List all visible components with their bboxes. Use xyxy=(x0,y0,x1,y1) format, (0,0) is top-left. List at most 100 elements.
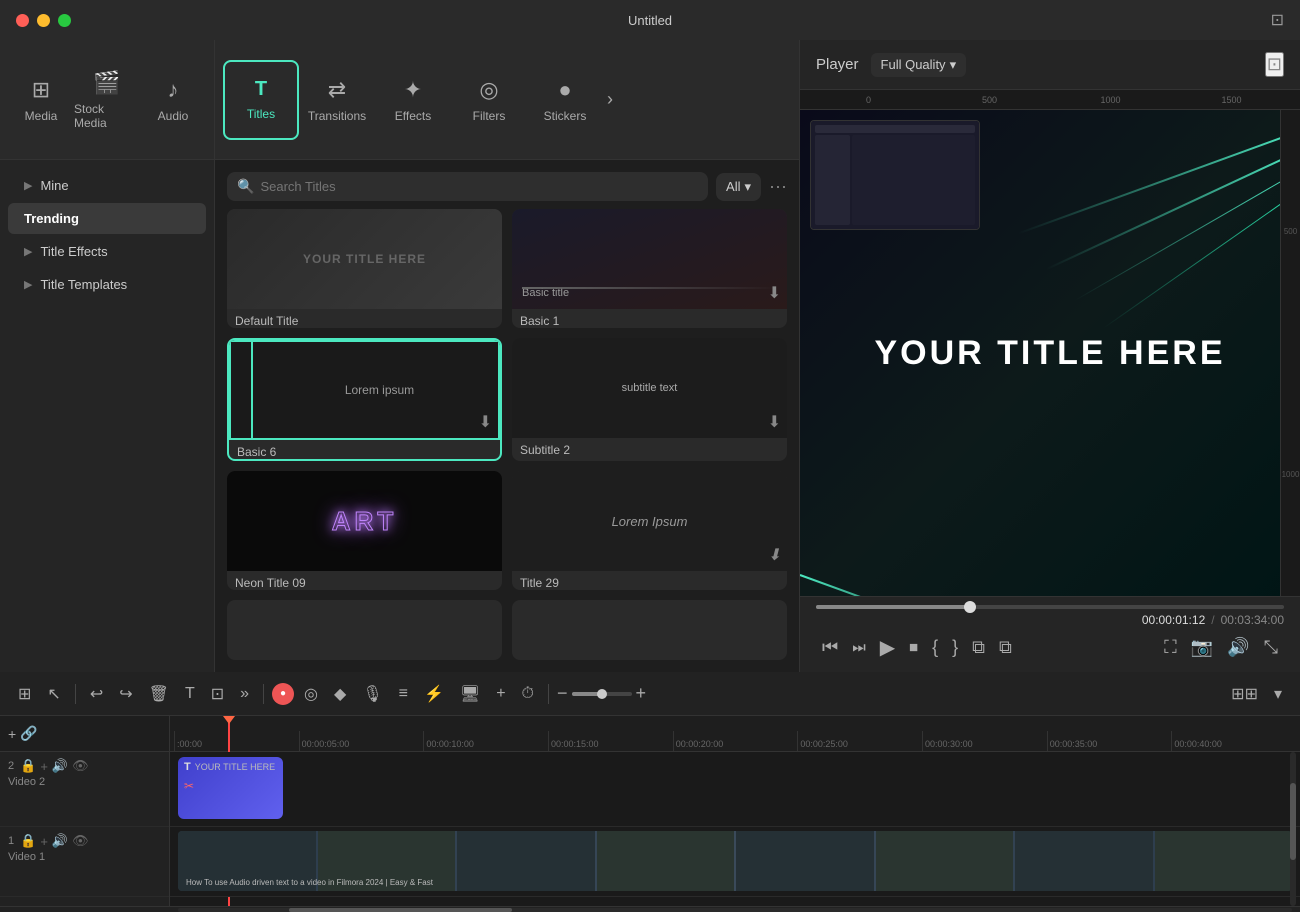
title-card-default[interactable]: YOUR TITLE HERE Default Title xyxy=(227,209,502,328)
toolbar-item-stickers[interactable]: ● Stickers xyxy=(527,60,603,140)
close-button[interactable] xyxy=(16,14,29,27)
toolbar-item-media[interactable]: ⊞ Media xyxy=(8,60,74,140)
download-icon-basic6: ⬇ xyxy=(479,412,492,432)
step-back-button[interactable]: ⏭ xyxy=(846,635,872,660)
mini-sidebar xyxy=(815,135,975,225)
title-card-basic6[interactable]: Lorem ipsum ⬇ Basic 6 xyxy=(227,338,502,461)
mark-out-button[interactable]: } xyxy=(946,633,964,662)
tl-forward-button[interactable]: » xyxy=(234,681,255,707)
tl-delete-button[interactable]: 🗑 xyxy=(143,680,175,708)
zoom-dot xyxy=(597,689,607,699)
play-button[interactable]: ▶ xyxy=(874,631,901,664)
sidebar-item-title-effects[interactable]: ▶ Title Effects xyxy=(8,236,206,267)
toolbar-item-titles[interactable]: T Titles xyxy=(223,60,299,140)
main-content: ⊞ Media 🎬 Stock Media ♪ Audio ▶ Mine Tre… xyxy=(0,40,1300,672)
tl-text-button[interactable]: T xyxy=(179,681,201,707)
tl-scrollbar[interactable] xyxy=(1290,752,1296,906)
mini-main xyxy=(852,135,975,225)
track-controls-video1: 1 🔒 + 🔊 👁 xyxy=(8,833,161,849)
tl-list-button[interactable]: ≡ xyxy=(393,681,414,707)
title-thumb-basic1: Basic title ⬇ xyxy=(512,209,787,309)
tl-right-buttons: ⊞⊞ ▾ xyxy=(1225,680,1288,708)
track-add-button-2[interactable]: + xyxy=(40,759,48,774)
title-card-neon09[interactable]: ART Neon Title 09 xyxy=(227,471,502,590)
toolbar-more-arrow[interactable]: › xyxy=(603,89,617,110)
tl-mask-button[interactable]: ◆ xyxy=(328,680,352,708)
title-card-basic1[interactable]: Basic title ⬇ Basic 1 xyxy=(512,209,787,328)
tl-ruler-marks: :00:00 00:00:05:00 00:00:10:00 00:00:15:… xyxy=(170,716,1300,751)
clip-menu2-button[interactable]: ⧉ xyxy=(993,633,1018,662)
search-input[interactable] xyxy=(260,179,698,194)
zoom-slider[interactable] xyxy=(572,692,632,696)
tl-mark-5: 00:00:05:00 xyxy=(299,731,424,751)
quality-select[interactable]: Full Quality ▾ xyxy=(871,53,967,77)
track-lock-button-2[interactable]: 🔒 xyxy=(20,758,36,774)
fullscreen-button[interactable]: ⛶ xyxy=(1158,633,1183,662)
snapshot-button[interactable]: 📷 xyxy=(1185,633,1219,662)
sidebar-item-mine[interactable]: ▶ Mine xyxy=(8,170,206,201)
zoom-out-button[interactable]: − xyxy=(557,683,568,704)
sidebar-item-trending[interactable]: Trending xyxy=(8,203,206,234)
media-icon: ⊞ xyxy=(32,77,50,103)
rewind-button[interactable]: ⏮ xyxy=(816,633,844,662)
tl-mark-30: 00:00:30:00 xyxy=(922,731,1047,751)
add-track-button[interactable]: + xyxy=(8,726,16,742)
bottom-scroll-track[interactable] xyxy=(178,908,1292,912)
track-eye-button-2[interactable]: 👁 xyxy=(72,758,89,774)
tl-undo-button[interactable]: ↩ xyxy=(84,680,109,708)
toolbar-item-transitions[interactable]: ⇄ Transitions xyxy=(299,60,375,140)
minimize-button[interactable] xyxy=(37,14,50,27)
zoom-in-button[interactable]: + xyxy=(636,683,647,704)
filters-icon: ◎ xyxy=(479,77,498,103)
track-add-button-1[interactable]: + xyxy=(40,834,48,849)
tl-record-button[interactable]: ● xyxy=(272,683,294,705)
track-lock-button-1[interactable]: 🔒 xyxy=(20,833,36,849)
tl-addclip-button[interactable]: + xyxy=(490,681,511,707)
tl-more-button[interactable]: ▾ xyxy=(1268,680,1288,708)
tl-ripple-button[interactable]: ⚡ xyxy=(418,680,450,708)
title-card-title29[interactable]: Lorem Ipsum ⬇ Title 29 xyxy=(512,471,787,590)
mark-in-button[interactable]: { xyxy=(926,633,944,662)
neon-art-text: ART xyxy=(332,506,397,537)
toolbar-item-audio[interactable]: ♪ Audio xyxy=(140,60,206,140)
tl-speed-button[interactable]: ⏱ xyxy=(516,681,540,707)
track-volume-button-1[interactable]: 🔊 xyxy=(52,833,68,849)
clip-menu-button[interactable]: ⧉ xyxy=(966,633,991,662)
vt-seg-6 xyxy=(876,831,1014,891)
tl-redo-button[interactable]: ↪ xyxy=(113,680,138,708)
tl-mark-35: 00:00:35:00 xyxy=(1047,731,1172,751)
tl-audio-button[interactable]: 🎙 xyxy=(356,680,388,708)
tl-grid-button[interactable]: ⊞ xyxy=(12,680,37,708)
tl-motion-button[interactable]: ◎ xyxy=(298,680,324,708)
toolbar-item-effects[interactable]: ✦ Effects xyxy=(375,60,451,140)
tl-screen-button[interactable]: 🖥 xyxy=(454,680,486,708)
link-button[interactable]: 🔗 xyxy=(20,725,37,742)
sidebar-item-title-templates[interactable]: ▶ Title Templates xyxy=(8,269,206,300)
progress-dot xyxy=(964,601,976,613)
tl-view-grid-button[interactable]: ⊞⊞ xyxy=(1225,680,1264,708)
more-options-button[interactable]: ··· xyxy=(769,176,787,197)
video-clip[interactable]: How To use Audio driven text to a video … xyxy=(178,831,1292,891)
title-clip[interactable]: T YOUR TITLE HERE ✂ xyxy=(178,757,283,819)
title-card-subtitle2[interactable]: subtitle text ⬇ Subtitle 2 xyxy=(512,338,787,461)
lorem-ipsum-text: Lorem Ipsum xyxy=(612,514,688,529)
audio-button[interactable]: 🔊 xyxy=(1221,633,1255,662)
progress-bar[interactable] xyxy=(816,605,1284,609)
toolbar-item-stock[interactable]: 🎬 Stock Media xyxy=(74,60,140,140)
titlebar: Untitled ⊡ xyxy=(0,0,1300,40)
filter-button[interactable]: All ▾ xyxy=(716,173,761,201)
fit-button[interactable]: ⤡ xyxy=(1258,633,1284,662)
view-buttons: ⛶ 📷 🔊 ⤡ xyxy=(1158,633,1284,662)
effects-icon: ✦ xyxy=(404,77,422,103)
title-name-default: Default Title xyxy=(227,309,502,328)
tl-pointer-button[interactable]: ↖ xyxy=(41,680,66,708)
titles-icon: T xyxy=(255,78,267,101)
track-volume-button-2[interactable]: 🔊 xyxy=(52,758,68,774)
track-eye-button-1[interactable]: 👁 xyxy=(72,833,89,849)
stop-button[interactable]: ⏹ xyxy=(903,633,924,662)
track-name-video2: Video 2 xyxy=(8,776,161,788)
maximize-button[interactable] xyxy=(58,14,71,27)
expand-button[interactable]: ⊡ xyxy=(1265,52,1284,77)
tl-crop-button[interactable]: ⊡ xyxy=(205,680,230,708)
toolbar-item-filters[interactable]: ◎ Filters xyxy=(451,60,527,140)
